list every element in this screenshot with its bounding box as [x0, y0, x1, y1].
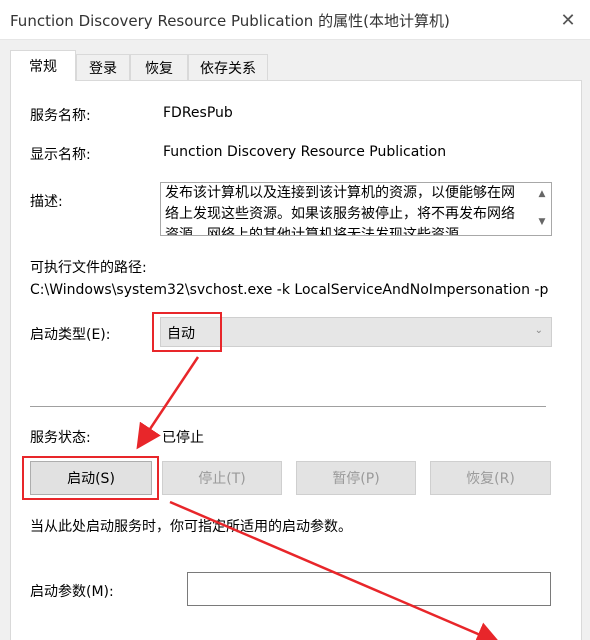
description-label: 描述:	[30, 194, 63, 210]
resume-button[interactable]: 恢复(R)	[430, 461, 551, 495]
start-params-input[interactable]	[187, 572, 551, 606]
highlight-start-button	[22, 456, 159, 500]
scroll-down-icon[interactable]: ▼	[535, 215, 549, 229]
startup-type-label: 启动类型(E):	[30, 327, 111, 343]
stop-button[interactable]: 停止(T)	[162, 461, 282, 495]
general-panel	[10, 80, 582, 640]
description-text: 发布该计算机以及连接到该计算机的资源，以便能够在网络上发现这些资源。如果该服务被…	[165, 185, 515, 236]
scroll-up-icon[interactable]: ▲	[535, 187, 549, 201]
display-name-value: Function Discovery Resource Publication	[163, 144, 447, 160]
pause-button[interactable]: 暂停(P)	[296, 461, 416, 495]
description-textbox[interactable]: 发布该计算机以及连接到该计算机的资源，以便能够在网络上发现这些资源。如果该服务被…	[160, 182, 552, 236]
service-name-value: FDResPub	[163, 105, 233, 121]
title-bar: Function Discovery Resource Publication …	[0, 0, 590, 40]
exe-path-value: C:\Windows\system32\svchost.exe -k Local…	[30, 282, 549, 298]
start-params-hint: 当从此处启动服务时，你可指定所适用的启动参数。	[30, 519, 352, 535]
service-status-value: 已停止	[162, 430, 204, 446]
service-status-label: 服务状态:	[30, 430, 91, 446]
window-title: Function Discovery Resource Publication …	[10, 12, 450, 30]
start-params-label: 启动参数(M):	[30, 584, 114, 600]
tab-recovery[interactable]: 恢复	[130, 54, 188, 80]
tab-general[interactable]: 常规	[10, 50, 76, 81]
tab-logon[interactable]: 登录	[76, 54, 130, 80]
display-name-label: 显示名称:	[30, 147, 91, 163]
highlight-startup-type	[152, 312, 222, 352]
service-name-label: 服务名称:	[30, 108, 91, 124]
exe-path-label: 可执行文件的路径:	[30, 260, 147, 276]
tab-dependencies[interactable]: 依存关系	[188, 54, 268, 80]
section-divider	[30, 406, 546, 407]
close-icon[interactable]: ✕	[554, 6, 582, 34]
chevron-down-icon: ⌄	[534, 325, 543, 336]
